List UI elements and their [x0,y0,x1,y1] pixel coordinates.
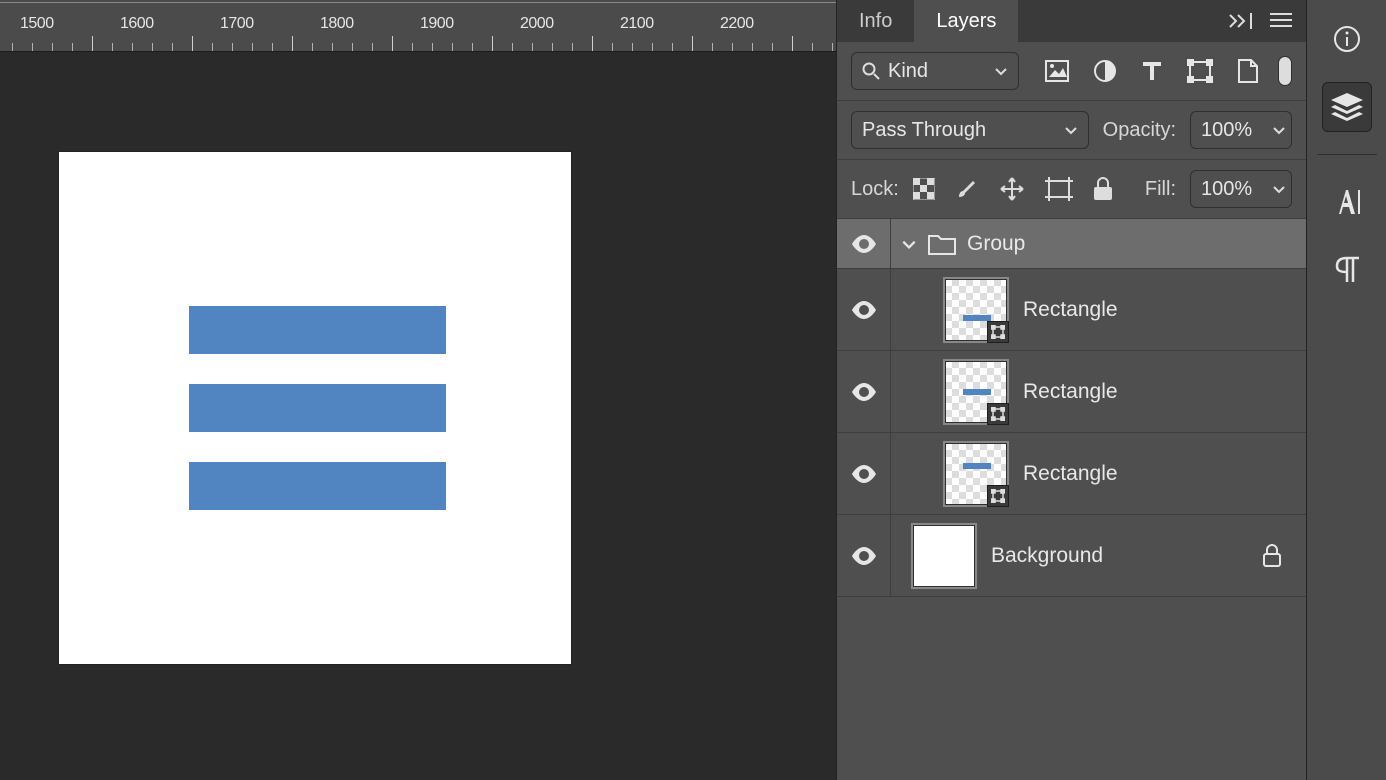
fill-label: Fill: [1145,178,1176,201]
kind-filter[interactable]: Kind [851,52,1019,90]
chevron-down-icon [994,64,1008,78]
opacity-label: Opacity: [1103,119,1176,142]
collapse-right-icon[interactable] [1228,13,1256,29]
shape-rectangle[interactable] [189,306,446,354]
chevron-down-icon[interactable] [901,236,917,252]
ruler-label: 2200 [720,15,754,33]
chevron-down-icon [1064,123,1078,137]
ruler-label: 1500 [20,15,54,33]
lock-icon[interactable] [1262,544,1282,568]
lock-label: Lock: [851,178,899,201]
layer-group[interactable]: Group [837,219,1306,269]
layer-row[interactable]: Rectangle [837,433,1306,515]
panel-tabbar: Info Layers [837,0,1306,42]
icon-rail [1306,0,1386,780]
layer-thumbnail[interactable] [945,361,1007,423]
layer-name: Background [991,544,1103,568]
canvas-area[interactable]: 0015001600170018001900200021002200 [0,0,836,780]
blend-mode-value: Pass Through [862,119,986,142]
layers-panel-icon[interactable] [1322,82,1372,132]
shape-rectangle[interactable] [189,462,446,510]
layer-row[interactable]: Rectangle [837,269,1306,351]
folder-icon [927,232,957,256]
layer-name: Rectangle [1023,462,1118,486]
ruler-label: 1900 [420,15,454,33]
layer-thumbnail[interactable] [945,279,1007,341]
blend-row: Pass Through Opacity: 100% [837,101,1306,160]
filter-adjustment-icon[interactable] [1093,59,1117,83]
layer-thumbnail[interactable] [945,443,1007,505]
panel-menu-icon[interactable] [1270,13,1292,29]
tab-layers[interactable]: Layers [914,0,1018,42]
filter-shape-icon[interactable] [1187,59,1213,83]
blend-mode-select[interactable]: Pass Through [851,111,1089,149]
character-panel-icon[interactable] [1322,177,1372,227]
visibility-icon[interactable] [851,383,877,401]
paragraph-panel-icon[interactable] [1322,245,1372,295]
opacity-value: 100% [1201,119,1252,142]
lock-transparency-icon[interactable] [913,178,935,200]
layers-panel: Info Layers Ki [836,0,1306,780]
layer-name: Rectangle [1023,298,1118,322]
lock-row: Lock: Fill: 100% [837,160,1306,219]
opacity-field[interactable]: 100% [1190,111,1292,149]
info-panel-icon[interactable] [1322,14,1372,64]
layer-thumbnail[interactable] [913,525,975,587]
search-icon [862,62,880,80]
ruler-top[interactable]: 0015001600170018001900200021002200 [0,0,836,52]
ruler-label: 1800 [320,15,354,33]
ruler-label: 2000 [520,15,554,33]
layer-row[interactable]: Background [837,515,1306,597]
fill-field[interactable]: 100% [1190,170,1292,208]
filter-text-icon[interactable] [1141,60,1163,82]
visibility-icon[interactable] [851,235,877,253]
lock-all-icon[interactable] [1093,177,1113,201]
lock-position-icon[interactable] [999,176,1025,202]
tab-info[interactable]: Info [837,0,914,42]
filter-row: Kind [837,42,1306,101]
layer-row[interactable]: Rectangle [837,351,1306,433]
visibility-icon[interactable] [851,465,877,483]
shape-rectangle[interactable] [189,384,446,432]
ruler-label: 2100 [620,15,654,33]
visibility-icon[interactable] [851,301,877,319]
ruler-label: 1600 [120,15,154,33]
layers-list[interactable]: Group Rectangle [837,219,1306,780]
fill-value: 100% [1201,178,1252,201]
filter-image-icon[interactable] [1045,60,1069,82]
lock-brush-icon[interactable] [955,177,979,201]
lock-artboard-icon[interactable] [1045,177,1073,201]
artboard[interactable] [59,152,571,664]
layer-name: Group [967,232,1025,256]
layer-name: Rectangle [1023,380,1118,404]
visibility-icon[interactable] [851,547,877,565]
kind-filter-label: Kind [888,60,928,83]
filter-smartobject-icon[interactable] [1237,58,1259,84]
ruler-label: 1700 [220,15,254,33]
filter-toggle[interactable] [1278,56,1292,86]
